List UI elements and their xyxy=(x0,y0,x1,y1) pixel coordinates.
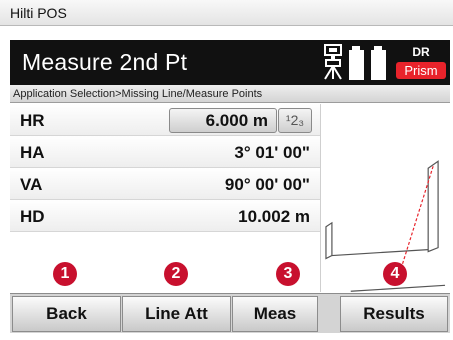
measurement-label-va: VA xyxy=(20,175,43,194)
results-button[interactable]: Results xyxy=(340,296,448,332)
measurement-row-hd: HD 10.002 m xyxy=(10,200,320,232)
device-screen: Hilti POS Measure 2nd Pt DR Prism Applic… xyxy=(0,0,453,340)
back-button[interactable]: Back xyxy=(12,296,121,332)
measurement-label-hd: HD xyxy=(20,207,45,226)
ground-line-icon xyxy=(350,284,446,292)
callout-badge-1: 1 xyxy=(53,262,77,286)
softkey-bar: Back Line Att Meas Results xyxy=(10,293,450,333)
measurement-row-va: VA 90° 00' 00" xyxy=(10,168,320,200)
measure-button[interactable]: Meas xyxy=(232,296,318,332)
tripod-icon xyxy=(324,44,342,80)
measurement-value-va: 90° 00' 00" xyxy=(224,175,310,194)
app-header: Measure 2nd Pt DR Prism xyxy=(10,40,450,85)
measurement-label-hr: HR xyxy=(20,111,45,130)
measure-mode-label: DR xyxy=(412,45,430,59)
first-point-marker-icon xyxy=(325,221,333,260)
second-point-marker-icon xyxy=(427,160,439,253)
measurement-label-ha: HA xyxy=(20,143,45,162)
measurement-value-ha: 3° 01' 00" xyxy=(234,143,310,162)
baseline-icon xyxy=(331,249,429,257)
measurement-value-hd: 10.002 m xyxy=(238,207,310,226)
line-attributes-button[interactable]: Line Att xyxy=(122,296,231,332)
battery-icon xyxy=(349,46,386,80)
page-title: Measure 2nd Pt xyxy=(22,49,188,75)
target-type-badge: Prism xyxy=(396,62,446,79)
callout-badge-3: 3 xyxy=(276,262,300,286)
os-title: Hilti POS xyxy=(10,5,67,21)
callout-badge-2: 2 xyxy=(164,262,188,286)
reflector-height-input[interactable]: 6.000 m xyxy=(169,108,277,133)
measurement-row-ha: HA 3° 01' 00" xyxy=(10,136,320,168)
breadcrumb: Application Selection>Missing Line/Measu… xyxy=(10,85,450,103)
missing-line-diagram xyxy=(320,104,450,292)
numeric-keypad-button[interactable]: ¹2₃ xyxy=(278,108,312,133)
os-title-bar: Hilti POS xyxy=(0,0,453,26)
measurement-row-hr: HR 6.000 m ¹2₃ xyxy=(10,104,320,136)
callout-badge-4: 4 xyxy=(383,262,407,286)
